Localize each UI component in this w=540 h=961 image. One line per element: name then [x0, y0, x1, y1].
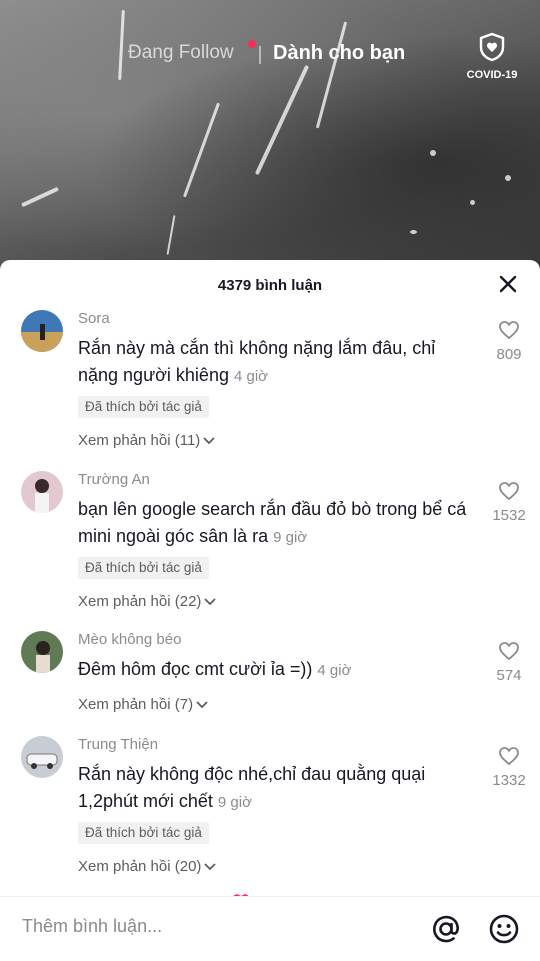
heart-icon [499, 482, 519, 501]
heart-icon [499, 747, 519, 766]
comment-body: Đêm hôm đọc cmt cười ỉa =)) [78, 659, 313, 679]
like-count: 1332 [492, 772, 526, 789]
close-icon[interactable] [498, 274, 518, 294]
comment-text[interactable]: Đêm hôm đọc cmt cười ỉa =)) 4 giờ [78, 656, 473, 684]
like-count: 574 [496, 667, 522, 684]
comment-time: 9 giờ [217, 794, 252, 811]
view-replies-label: Xem phản hồi (7) [78, 696, 194, 713]
chevron-down-icon [204, 598, 217, 606]
liked-by-author-badge: Đã thích bởi tác giả [78, 396, 209, 418]
chevron-down-icon [203, 437, 215, 445]
liked-by-author-badge: Đã thích bởi tác giả [78, 822, 209, 844]
avatar[interactable] [21, 471, 63, 513]
comment-text[interactable]: Rắn này không độc nhé,chỉ đau quằng quại… [78, 761, 473, 816]
rain-streak [254, 64, 310, 176]
tab-following[interactable]: Đang Follow [128, 42, 234, 64]
like-button[interactable]: 1532 [484, 481, 534, 524]
comments-header: 4379 bình luận [0, 260, 540, 310]
rain-streak [470, 200, 475, 205]
comment-time: 4 giờ [317, 662, 352, 679]
covid-label: COVID-19 [466, 69, 518, 81]
comment-username[interactable]: Trung Thiện [78, 736, 158, 753]
rain-streak [410, 230, 417, 234]
chevron-down-icon [204, 863, 217, 871]
nav-divider [259, 46, 261, 64]
comment-text[interactable]: Rắn này mà cắn thì không nặng lắm đâu, c… [78, 335, 473, 390]
view-replies-button[interactable]: Xem phản hồi (11) [78, 432, 216, 449]
view-replies-button[interactable]: Xem phản hồi (7) [78, 696, 209, 713]
comment-text[interactable]: bạn lên google search rắn đầu đỏ bò tron… [78, 496, 473, 551]
rain-streak [430, 150, 436, 156]
tab-for-you[interactable]: Dành cho bạn [273, 42, 405, 65]
view-replies-button[interactable]: Xem phản hồi (22) [78, 593, 217, 610]
like-button[interactable]: 809 [484, 320, 534, 363]
heart-icon [499, 321, 519, 340]
covid-shield-icon [479, 32, 505, 62]
view-replies-label: Xem phản hồi (22) [78, 593, 202, 610]
comment-count-title: 4379 bình luận [217, 277, 323, 294]
at-sign-icon[interactable] [430, 913, 462, 945]
covid-button[interactable]: COVID-19 [462, 32, 522, 81]
comment-username[interactable]: Trường An [78, 471, 150, 488]
like-count: 809 [496, 346, 522, 363]
rain-streak [166, 215, 176, 255]
rain-streak [182, 102, 221, 198]
following-notification-dot [248, 40, 256, 48]
liked-by-author-badge: Đã thích bởi tác giả [78, 557, 209, 579]
comment-time: 4 giờ [233, 368, 269, 385]
like-button[interactable]: 574 [484, 641, 534, 684]
avatar[interactable] [21, 736, 63, 778]
emoji-icon[interactable] [488, 913, 520, 945]
comment-username[interactable]: Sora [78, 310, 110, 327]
top-feed-nav: Đang Follow Dành cho bạn [0, 40, 540, 72]
comment-input-bar [0, 896, 540, 961]
view-replies-button[interactable]: Xem phản hồi (20) [78, 858, 217, 875]
view-replies-label: Xem phản hồi (11) [78, 432, 201, 449]
heart-icon [499, 642, 519, 661]
like-count: 1532 [492, 507, 526, 524]
comment-time: 9 giờ [273, 529, 308, 546]
rain-streak [315, 21, 348, 129]
avatar[interactable] [21, 310, 63, 352]
add-comment-input[interactable] [22, 916, 402, 937]
avatar[interactable] [21, 631, 63, 673]
rain-streak [21, 186, 59, 208]
rain-streak [505, 175, 511, 181]
chevron-down-icon [196, 701, 208, 709]
like-button[interactable]: 1332 [484, 746, 534, 789]
view-replies-label: Xem phản hồi (20) [78, 858, 202, 875]
comment-username[interactable]: Mèo không béo [78, 631, 181, 648]
